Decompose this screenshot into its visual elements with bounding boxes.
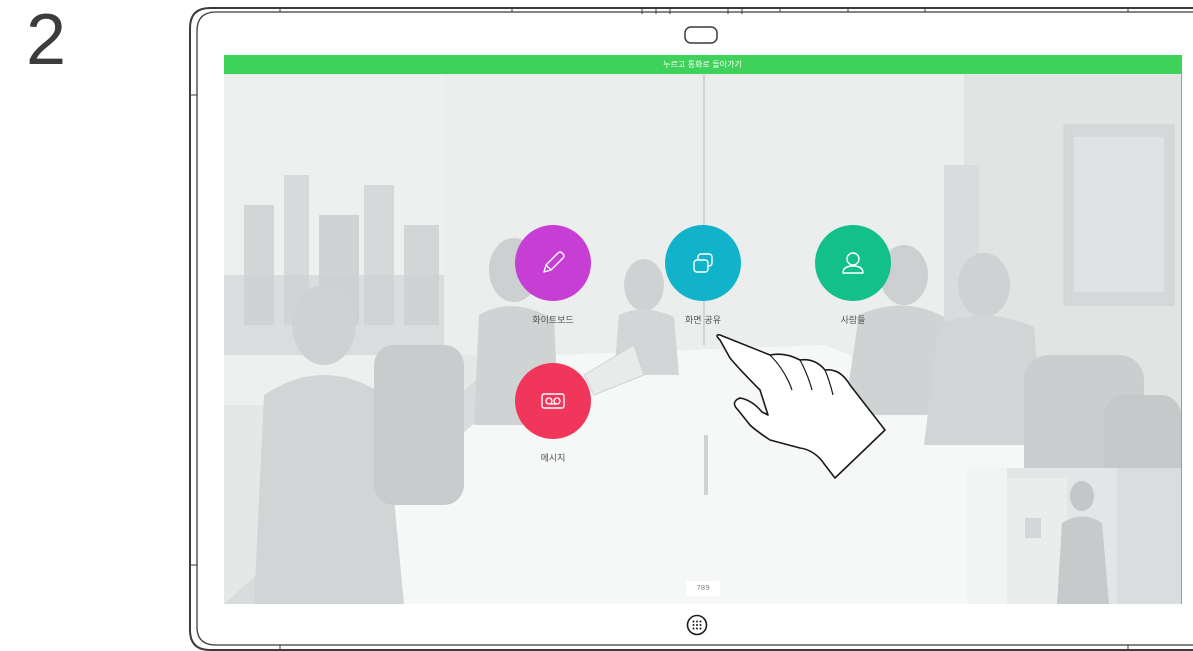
share-screen-icon [693,253,713,273]
room-number: 789 [686,581,720,596]
return-to-call-banner[interactable]: 누르고 통화로 돌아가기 [224,55,1181,74]
voicemail-icon [541,393,565,409]
messages-circle[interactable] [515,363,591,439]
self-view-preview[interactable] [967,468,1181,604]
home-button-icon[interactable] [686,614,708,636]
messages-button[interactable]: 메시지 [508,363,598,464]
pencil-icon [543,251,565,273]
people-label: 사람들 [840,316,866,326]
person-icon [842,252,864,274]
share-screen-label: 화면 공유 [685,316,721,326]
share-screen-button[interactable]: 화면 공유 [658,225,748,326]
people-button[interactable]: 사람들 [808,225,898,326]
hand-pointer-icon [716,334,886,479]
whiteboard-label: 화이트보드 [532,316,574,326]
whiteboard-circle[interactable] [515,225,591,301]
share-screen-circle[interactable] [665,225,741,301]
whiteboard-button[interactable]: 화이트보드 [508,225,598,326]
self-view-image [967,468,1181,604]
messages-label: 메시지 [540,454,566,464]
people-circle[interactable] [815,225,891,301]
camera-icon [684,26,718,44]
